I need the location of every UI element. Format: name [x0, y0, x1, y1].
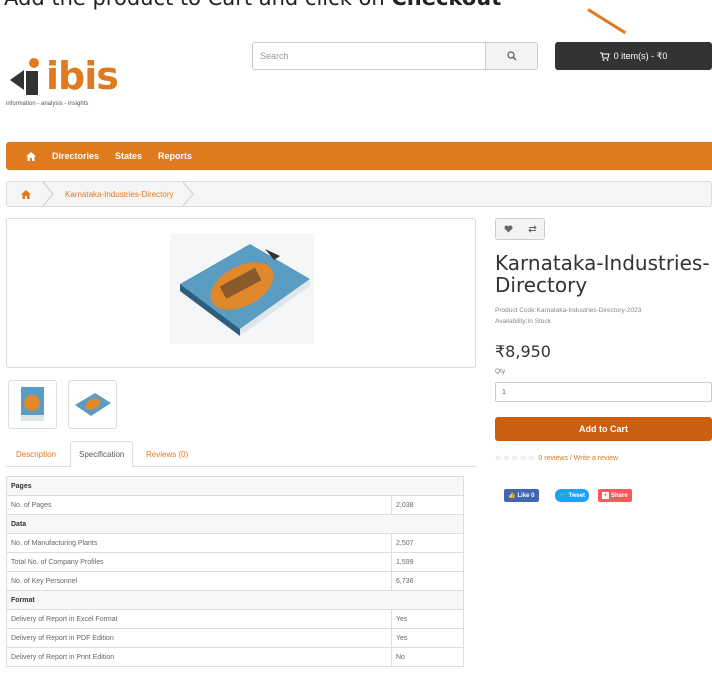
- breadcrumb-current[interactable]: Karnataka-Industries-Directory: [65, 190, 173, 199]
- tab-reviews[interactable]: Reviews (0): [138, 441, 196, 468]
- breadcrumb-home-icon[interactable]: [21, 189, 31, 199]
- star-icon: ☆: [495, 455, 502, 462]
- specification-table: Pages No. of Pages 2,038 Data No. of Manufac…: [6, 476, 464, 667]
- spec-value: 2,038: [391, 495, 464, 515]
- spec-row: No. of Key Personnel 6,736: [6, 571, 464, 591]
- tab-description[interactable]: Description: [8, 441, 64, 468]
- product-code: Product Code:Karnataka-Industries-Direct…: [495, 307, 642, 314]
- cart-label: 0 item(s) - ₹0: [613, 50, 668, 61]
- wishlist-compare-group: [495, 218, 545, 240]
- plus-icon: +: [602, 492, 609, 499]
- tab-specification[interactable]: Specification: [70, 441, 134, 468]
- product-price: ₹8,950: [495, 342, 551, 361]
- spec-value: No: [391, 647, 464, 667]
- star-icon: ☆: [503, 455, 510, 462]
- star-icon: ☆: [511, 455, 518, 462]
- spec-row: No. of Pages 2,038: [6, 495, 464, 515]
- spec-row: Total No. of Company Profiles 1,599: [6, 552, 464, 572]
- nav-item-directories[interactable]: Directories: [52, 151, 99, 161]
- spec-value: 1,599: [391, 552, 464, 572]
- spec-value: Yes: [391, 609, 464, 629]
- spec-value: 6,736: [391, 571, 464, 591]
- facebook-like-button[interactable]: 👍 Like 0: [504, 489, 539, 502]
- nav-item-states[interactable]: States: [115, 151, 142, 161]
- like-label: Like 0: [517, 492, 535, 499]
- spec-label: Delivery of Report in Excel Format: [6, 609, 392, 629]
- add-to-cart-button[interactable]: Add to Cart: [495, 417, 712, 441]
- cart-icon: [599, 52, 610, 61]
- spec-label: Delivery of Report in Print Edition: [6, 647, 392, 667]
- cart-button[interactable]: 0 item(s) - ₹0: [555, 42, 712, 70]
- search-icon: [506, 51, 516, 61]
- spec-value: Yes: [391, 628, 464, 648]
- product-title: Karnataka-Industries-Directory: [495, 251, 710, 297]
- spec-row: No. of Manufacturing Plants 2,507: [6, 533, 464, 553]
- share-label: Share: [611, 492, 628, 499]
- search-button[interactable]: [485, 42, 538, 70]
- spec-label: Total No. of Company Profiles: [6, 552, 392, 572]
- home-icon[interactable]: [26, 151, 36, 161]
- spec-group-name: Pages: [6, 476, 464, 496]
- logo-text: ibis: [46, 54, 119, 98]
- pointer-arrow: [587, 8, 627, 35]
- star-icon: ☆: [519, 455, 527, 462]
- spec-group-name: Format: [6, 590, 464, 610]
- qty-input[interactable]: [495, 382, 712, 402]
- spec-label: No. of Key Personnel: [6, 571, 392, 591]
- star-icon: ☆: [528, 455, 535, 462]
- spec-row: Delivery of Report in Print Edition No: [6, 647, 464, 667]
- thumbnail-angle[interactable]: [68, 380, 117, 429]
- spec-label: Delivery of Report in PDF Edition: [6, 628, 392, 648]
- breadcrumb-separator-icon: [42, 182, 54, 206]
- heart-icon[interactable]: [503, 225, 513, 233]
- instruction-caption: Add the product to Cart and click on Che…: [4, 0, 501, 10]
- spec-group-row: Pages: [6, 476, 464, 496]
- spec-row: Delivery of Report in PDF Edition Yes: [6, 628, 464, 648]
- thumbnail-front[interactable]: [8, 380, 57, 429]
- book-cover-image: [170, 234, 314, 344]
- main-navbar: Directories States Reports: [6, 142, 712, 170]
- nav-item-reports[interactable]: Reports: [158, 151, 192, 161]
- thumbs-up-icon: 👍: [508, 493, 516, 499]
- spec-value: 2,507: [391, 533, 464, 553]
- tweet-label: Tweet: [568, 492, 586, 499]
- product-availability: Availability:In Stock: [495, 318, 551, 325]
- spec-label: No. of Pages: [6, 495, 392, 515]
- share-button[interactable]: + Share: [598, 489, 632, 502]
- compare-icon[interactable]: [527, 225, 537, 233]
- spec-group-row: Format: [6, 590, 464, 610]
- reviews-link[interactable]: 0 reviews / Write a review: [538, 455, 618, 462]
- logo-icon[interactable]: [10, 58, 46, 104]
- qty-label: Qty: [495, 368, 506, 375]
- spec-label: No. of Manufacturing Plants: [6, 533, 392, 553]
- twitter-icon: 🐦: [559, 493, 567, 499]
- tweet-button[interactable]: 🐦 Tweet: [555, 489, 590, 502]
- spec-row: Delivery of Report in Excel Format Yes: [6, 609, 464, 629]
- spec-group-name: Data: [6, 514, 464, 534]
- breadcrumb-separator-icon: [183, 182, 195, 206]
- breadcrumb: Karnataka-Industries-Directory: [6, 181, 712, 207]
- logo-tagline: information - analysis - insights: [6, 101, 89, 107]
- product-image-frame[interactable]: [6, 218, 476, 368]
- search-input[interactable]: [252, 42, 485, 70]
- rating-row: ☆ ☆ ☆ ☆ ☆ 0 reviews / Write a review: [495, 454, 618, 463]
- thumbnail-cover-image: [21, 387, 44, 421]
- spec-group-row: Data: [6, 514, 464, 534]
- thumbnail-angle-image: [75, 393, 111, 416]
